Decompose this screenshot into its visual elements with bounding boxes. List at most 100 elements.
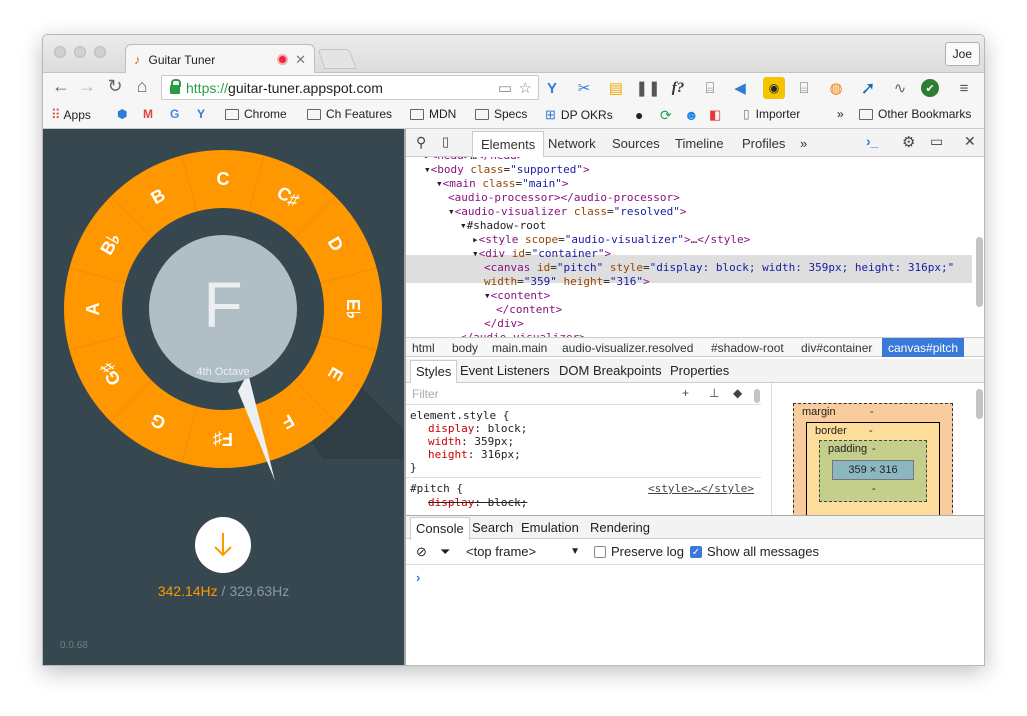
style-prop-width[interactable]: width: 359px; [428, 435, 514, 448]
tab-console[interactable]: Console [410, 517, 470, 540]
arrow-extension-icon[interactable]: ➚ [857, 77, 879, 99]
clear-console-icon[interactable]: ⊘ [416, 544, 427, 560]
preserve-log-checkbox[interactable]: Preserve log [594, 544, 684, 559]
home-icon[interactable]: ⌂ [131, 76, 153, 97]
zoom-window-button[interactable] [94, 46, 106, 58]
tab-dom-breakpoints[interactable]: DOM Breakpoints [559, 363, 662, 378]
new-tab-button[interactable] [317, 49, 357, 69]
dom-scrollbar[interactable] [976, 237, 983, 307]
tab-sources[interactable]: Sources [612, 136, 660, 151]
megaphone-icon[interactable]: ◀ [729, 77, 751, 99]
close-devtools-icon[interactable]: ✕ [964, 133, 976, 150]
style-prop-height[interactable]: height: 316px; [428, 448, 521, 461]
close-tab-icon[interactable]: ✕ [295, 52, 306, 68]
bookmark-mdn[interactable]: MDN [410, 107, 456, 121]
tab-timeline[interactable]: Timeline [675, 136, 724, 151]
dom-node-line[interactable]: ▾<div id="container"> [472, 247, 611, 260]
dom-node-line[interactable]: </content> [496, 303, 562, 316]
forward-icon[interactable]: → [76, 76, 98, 97]
reload-icon[interactable]: ↻ [104, 76, 126, 97]
dom-node-line[interactable]: <canvas id="pitch" style="display: block… [484, 261, 954, 274]
browser-tab[interactable]: ♪ Guitar Tuner ✕ [125, 44, 315, 74]
dom-node-line[interactable]: ▸<style scope="audio-visualizer">…</styl… [472, 233, 750, 246]
menu-icon[interactable]: ≡ [953, 77, 975, 99]
show-all-messages-checkbox[interactable]: ✓ Show all messages [690, 544, 819, 559]
crumb-div-container[interactable]: div#container [801, 341, 872, 355]
extension-face-icon[interactable]: ◉ [763, 77, 785, 99]
frame-select[interactable]: <top frame> ▼ [466, 544, 580, 559]
google-icon[interactable]: G [170, 107, 179, 121]
camera-icon[interactable]: ▭ [498, 79, 512, 97]
bookmark-ch-features[interactable]: Ch Features [307, 107, 392, 121]
face-bookmark-icon[interactable]: ☻ [684, 107, 699, 123]
gmail-icon[interactable]: M [143, 107, 153, 121]
dock-icon[interactable]: ▭ [930, 133, 943, 150]
border-box[interactable]: border - padding - 359 × 316 - [806, 422, 940, 515]
settings-bookmark-icon[interactable]: ⬢ [117, 107, 127, 121]
tab-event-listeners[interactable]: Event Listeners [460, 363, 550, 378]
tab-network[interactable]: Network [548, 136, 596, 151]
tab-elements[interactable]: Elements [472, 131, 545, 157]
dom-node-line[interactable]: </div> [484, 317, 524, 330]
crumb-main[interactable]: main.main [492, 341, 547, 355]
pin-icon[interactable]: ⊥ [709, 386, 719, 400]
y-bookmark-icon[interactable]: Y [197, 107, 205, 121]
tab-emulation[interactable]: Emulation [521, 520, 579, 535]
address-bar[interactable]: https:// guitar-tuner.appspot.com ▭ ☆ [161, 75, 539, 100]
styles-filter-input[interactable]: Filter + ⊥ ◆ [406, 383, 761, 405]
cast-screen-icon[interactable]: ⌸ [793, 77, 815, 99]
gear-icon[interactable]: ⚙ [902, 133, 915, 151]
font-extension-icon[interactable]: f? [667, 77, 689, 99]
dom-node-line[interactable]: <audio-processor></audio-processor> [448, 191, 680, 204]
crumb-html[interactable]: html [412, 341, 435, 355]
padding-box[interactable]: padding - 359 × 316 - [819, 440, 927, 502]
bookmark-dp-okrs[interactable]: ⊞ DP OKRs [545, 107, 613, 123]
crumb-audio-visualizer[interactable]: audio-visualizer.resolved [562, 341, 693, 355]
color-format-icon[interactable]: ◆ [733, 386, 742, 400]
dom-node-line[interactable]: ▾<content> [484, 289, 550, 302]
box-model-scrollbar[interactable] [976, 389, 983, 419]
filter-icon[interactable]: ⏷ [440, 544, 450, 560]
device-mode-icon[interactable]: ▯ [442, 134, 449, 150]
style-prop-display[interactable]: display: block; [428, 422, 527, 435]
content-size[interactable]: 359 × 316 [832, 460, 914, 480]
cast-icon[interactable]: ⌸ [699, 77, 721, 99]
bookmark-importer[interactable]: ▯ Importer [743, 107, 800, 121]
color-bookmark-icon[interactable]: ◧ [709, 107, 721, 123]
bookmark-other[interactable]: Other Bookmarks [859, 107, 971, 121]
sync-bookmark-icon[interactable]: ⟳ [660, 107, 672, 124]
star-icon[interactable]: ☆ [519, 79, 532, 97]
tab-rendering[interactable]: Rendering [590, 520, 650, 535]
console-prompt[interactable]: › [416, 570, 420, 585]
bookmark-specs[interactable]: Specs [475, 107, 527, 121]
dom-node-line[interactable]: ▸<head>…</head> [424, 157, 523, 162]
back-icon[interactable]: ← [50, 76, 72, 97]
margin-box[interactable]: margin - border - padding - 359 × 316 - [793, 403, 953, 515]
styles-scrollbar[interactable] [754, 389, 760, 403]
dom-node-line[interactable]: width="359" height="316"> [484, 275, 650, 288]
close-window-button[interactable] [54, 46, 66, 58]
github-icon[interactable]: ● [635, 107, 643, 123]
extension-y-icon[interactable]: Y [541, 77, 563, 99]
crumb-body[interactable]: body [452, 341, 478, 355]
tab-search[interactable]: Search [472, 520, 513, 535]
checkmark-extension-icon[interactable]: ✔ [921, 79, 939, 97]
pitch-rule-source[interactable]: <style>…</style> [648, 482, 754, 495]
minimize-window-button[interactable] [74, 46, 86, 58]
dom-tree[interactable]: ▸<head>…</head>▾<body class="supported">… [406, 157, 984, 337]
dom-node-line[interactable]: ▾<main class="main"> [436, 177, 569, 190]
bookmarks-overflow[interactable]: » [837, 107, 844, 121]
dom-node-line[interactable]: ▾#shadow-root [460, 219, 546, 232]
pulse-icon[interactable]: ∿ [889, 77, 911, 99]
inspect-icon[interactable]: ⚲ [416, 134, 426, 151]
console-drawer-icon[interactable]: ›_ [866, 133, 878, 149]
add-rule-icon[interactable]: + [682, 386, 689, 400]
dom-node-line[interactable]: ▾<audio-visualizer class="resolved"> [448, 205, 686, 218]
extension-orange-icon[interactable]: ◍ [825, 77, 847, 99]
crumb-shadow-root[interactable]: #shadow-root [711, 341, 784, 355]
pause-extension-icon[interactable]: ❚❚ [635, 77, 660, 99]
more-tabs-button[interactable]: » [800, 136, 807, 151]
apps-bookmark[interactable]: ⠿ Apps [51, 107, 91, 123]
tab-styles[interactable]: Styles [410, 360, 458, 383]
crumb-canvas-pitch[interactable]: canvas#pitch [882, 338, 965, 357]
